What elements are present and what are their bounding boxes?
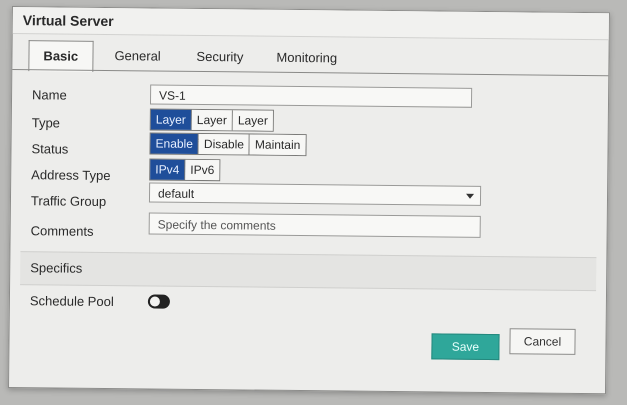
tab-monitoring[interactable]: Monitoring <box>262 43 351 74</box>
chevron-down-icon <box>466 193 475 199</box>
name-input[interactable]: VS-1 <box>149 84 473 108</box>
type-option-layer7[interactable]: Layer 7 <box>150 109 192 147</box>
tab-security[interactable]: Security <box>182 42 257 73</box>
traffic-group-select[interactable]: default <box>148 182 482 206</box>
specifics-section-header: Specifics <box>20 251 597 292</box>
specifics-title: Specifics <box>30 260 83 276</box>
comments-label: Comments <box>30 223 94 239</box>
type-label: Type <box>31 115 61 131</box>
schedule-pool-label: Schedule Pool <box>29 293 114 310</box>
type-option-layer4[interactable]: Layer 4 <box>191 109 233 147</box>
status-option-maintain[interactable]: Maintain <box>249 134 306 156</box>
address-type-label: Address Type <box>31 167 111 184</box>
toggle-knob <box>149 296 160 307</box>
name-label: Name <box>31 87 67 103</box>
status-option-disable[interactable]: Disable <box>198 133 251 155</box>
address-type-option-ipv4[interactable]: IPv4 <box>150 159 186 180</box>
traffic-group-label: Traffic Group <box>30 193 107 209</box>
cancel-button[interactable]: Cancel <box>509 328 576 355</box>
address-type-option-ipv6[interactable]: IPv6 <box>185 159 220 181</box>
status-segmented-control: Enable Disable Maintain <box>149 132 307 157</box>
type-option-layer2[interactable]: Layer 2 <box>232 110 274 147</box>
traffic-group-value: default <box>157 186 195 201</box>
virtual-server-dialog: Virtual Server Basic General Security Mo… <box>7 6 610 395</box>
status-label: Status <box>31 141 69 157</box>
schedule-pool-toggle[interactable] <box>147 294 170 309</box>
tab-general[interactable]: General <box>100 41 175 72</box>
type-segmented-control: Layer 7 Layer 4 Layer 2 <box>149 108 275 147</box>
comments-input[interactable]: Specify the comments <box>148 212 481 238</box>
save-button[interactable]: Save <box>431 333 500 361</box>
tab-basic[interactable]: Basic <box>28 40 94 72</box>
address-type-segmented-control: IPv4 IPv6 <box>149 158 221 182</box>
status-option-enable[interactable]: Enable <box>150 133 200 154</box>
tab-bar: Basic General Security Monitoring <box>12 34 609 77</box>
